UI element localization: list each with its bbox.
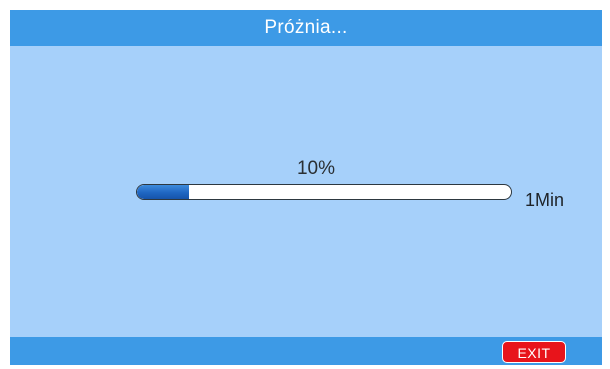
bottom-bar: EXIT (10, 337, 602, 365)
screen: Próżnia... 10% 1Min EXIT (10, 10, 602, 365)
title-bar: Próżnia... (10, 10, 602, 46)
exit-button[interactable]: EXIT (502, 341, 566, 363)
progress-percent-label: 10% (296, 158, 336, 179)
progress-time-label: 1Min (525, 190, 565, 210)
page-title: Próżnia... (264, 17, 348, 38)
progress-bar-fill (137, 185, 190, 199)
progress-bar (136, 184, 512, 200)
